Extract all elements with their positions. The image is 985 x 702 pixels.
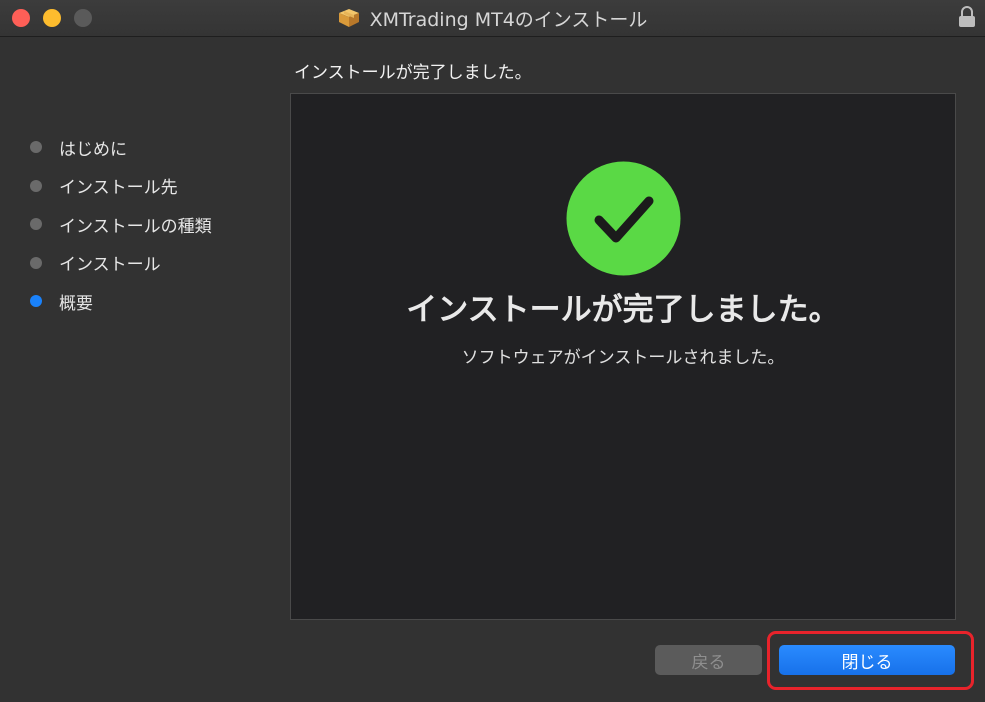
step-dot [30,141,42,154]
step-item-destination: インストール先 [30,167,212,206]
step-label: インストール先 [59,178,178,199]
step-item-install-type: インストールの種類 [30,205,212,244]
lock-icon [959,6,975,27]
window-title: XMTrading MT4のインストール [369,8,648,31]
back-button[interactable]: 戻る [655,645,762,675]
annotation-highlight-box [767,631,974,690]
step-label: インストールの種類 [59,216,212,237]
content-panel: インストールが完了しました。 ソフトウェアがインストールされました。 [290,93,956,620]
step-dot-active [30,295,42,308]
completion-message: ソフトウェアがインストールされました。 [461,348,785,368]
step-label: 概要 [59,293,93,314]
checkmark-icon [566,161,681,276]
step-item-summary: 概要 [30,282,212,321]
step-item-install: インストール [30,244,212,283]
step-label: はじめに [59,139,127,160]
step-label: インストール [59,255,161,276]
window-title-group: XMTrading MT4のインストール [0,0,985,36]
completion-title: インストールが完了しました。 [406,292,840,328]
step-dot [30,179,42,192]
step-list: はじめに インストール先 インストールの種類 インストール 概要 [30,128,212,321]
package-icon [338,9,359,27]
step-dot [30,256,42,269]
page-heading: インストールが完了しました。 [294,63,532,83]
step-item-intro: はじめに [30,128,212,167]
title-bar: XMTrading MT4のインストール [0,0,985,37]
step-dot [30,218,42,231]
